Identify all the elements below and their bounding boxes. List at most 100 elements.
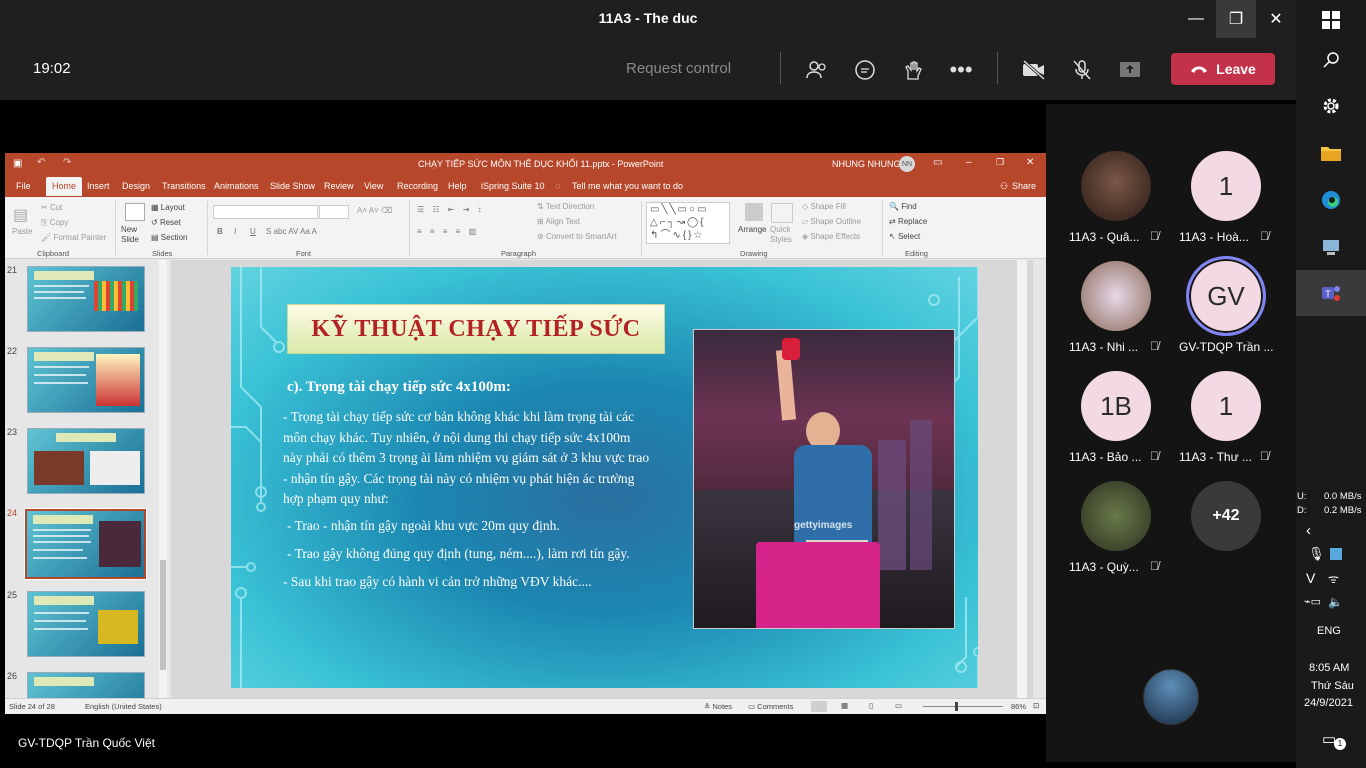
ppt-close-icon[interactable]: ✕ [1026, 157, 1034, 168]
slideshow-icon[interactable]: ▭ [895, 701, 902, 710]
tab-file[interactable]: File [16, 181, 31, 191]
zoom-slider[interactable] [923, 706, 1003, 707]
tab-help[interactable]: Help [448, 181, 467, 191]
fit-slide-icon[interactable]: ⊡ [1033, 701, 1039, 710]
save-icon[interactable]: ▣ [13, 158, 22, 169]
vpn-icon[interactable]: V [1306, 570, 1315, 586]
reading-view-icon[interactable]: ▯ [869, 701, 873, 710]
search-icon[interactable] [1317, 46, 1345, 74]
arrange-button[interactable]: Arrange [738, 225, 766, 234]
participants-icon[interactable] [805, 58, 829, 82]
share-icon[interactable]: ⚇ [1000, 181, 1008, 192]
font-size-box[interactable] [319, 205, 349, 219]
tab-animations[interactable]: Animations [214, 181, 259, 191]
participant-avatar[interactable]: 1B [1081, 371, 1151, 441]
slide-thumbnail[interactable] [27, 672, 145, 698]
comments-button[interactable]: ▭ Comments [748, 702, 793, 711]
font-name-box[interactable] [213, 205, 318, 219]
language-indicator[interactable]: English (United States) [85, 702, 162, 711]
tablet-icon[interactable] [1330, 548, 1342, 560]
tab-ispring[interactable]: iSpring Suite 10 [481, 181, 545, 191]
shapes-gallery[interactable]: ▭╲╲▭○▭ △⌐┐↝◯{↰⌒∿{}☆ [646, 202, 730, 244]
tab-view[interactable]: View [364, 181, 383, 191]
participant-avatar[interactable]: 1 [1191, 371, 1261, 441]
align-text-button[interactable]: ⊞ Align Text [537, 217, 580, 226]
teams-taskbar-active[interactable]: T [1296, 270, 1366, 316]
more-participants-button[interactable]: +42 [1191, 481, 1261, 551]
slide-scrollbar[interactable] [1017, 260, 1027, 698]
share-tray-icon[interactable] [1118, 58, 1142, 82]
tab-home[interactable]: Home [46, 177, 83, 196]
scrollbar-thumb[interactable] [160, 560, 166, 670]
underline-button[interactable]: U [250, 227, 256, 236]
notes-button[interactable]: ≙ Notes [704, 702, 732, 711]
ribbon-display-icon[interactable]: ▭ [933, 157, 942, 168]
align-icons[interactable]: ≡ ≡ ≡ ≡ ▥ [417, 227, 479, 236]
shape-outline-button[interactable]: ▱ Shape Outline [802, 217, 861, 226]
new-slide-button[interactable]: New Slide [121, 225, 151, 245]
share-button[interactable]: Share [1012, 181, 1036, 191]
zoom-level[interactable]: 86% [1011, 702, 1026, 711]
participant-avatar[interactable] [1081, 261, 1151, 331]
clock-date[interactable]: 24/9/2021 [1304, 697, 1353, 709]
microphone-muted-icon[interactable] [1070, 58, 1094, 82]
power-icon[interactable]: ⌁▭ [1304, 595, 1321, 608]
volume-icon[interactable]: 🔈 [1328, 595, 1343, 609]
copy-button[interactable]: ⎘ Copy [41, 218, 68, 228]
microphone-icon[interactable]: 🎙 [1308, 546, 1325, 562]
redo-icon[interactable]: ↷ [63, 157, 71, 168]
find-button[interactable]: 🔍 Find [889, 202, 917, 211]
text-direction-button[interactable]: ⇅ Text Direction [537, 202, 594, 211]
reactions-icon[interactable] [901, 58, 925, 82]
tab-insert[interactable]: Insert [87, 181, 110, 191]
leave-button[interactable]: Leave [1171, 53, 1275, 85]
paste-button[interactable]: Paste [12, 227, 32, 236]
slide-thumbnail[interactable] [27, 266, 145, 332]
undo-icon[interactable]: ↶ [37, 157, 45, 168]
ppt-user-avatar[interactable]: NN [899, 156, 915, 172]
chat-icon[interactable] [853, 58, 877, 82]
current-slide[interactable]: KỸ THUẬT CHẠY TIẾP SỨC c). Trọng tài chạ… [231, 267, 978, 688]
quick-styles-button[interactable]: Quick Styles [770, 225, 796, 245]
thumbnail-scrollbar[interactable] [159, 260, 167, 698]
clock-time[interactable]: 8:05 AM [1309, 662, 1349, 674]
minimize-button[interactable]: — [1176, 0, 1216, 38]
presenter-avatar[interactable]: GV [1186, 256, 1266, 336]
slide-thumbnail[interactable] [27, 428, 145, 494]
zoom-slider-thumb[interactable] [955, 702, 958, 711]
select-button[interactable]: ↖ Select [889, 232, 920, 241]
bold-button[interactable]: B [217, 227, 223, 236]
slide-thumbnail[interactable] [27, 591, 145, 657]
ppt-maximize-icon[interactable]: ❐ [996, 157, 1004, 168]
paste-icon[interactable]: ▤ [13, 205, 28, 225]
request-control-button[interactable]: Request control [626, 60, 731, 77]
control-panel-icon[interactable] [1317, 233, 1345, 261]
wifi-icon[interactable]: ᯤ [1328, 570, 1339, 587]
tab-recording[interactable]: Recording [397, 181, 438, 191]
list-icons[interactable]: ☰ ☷ ⇤ ⇥ ↕ [417, 205, 485, 214]
shape-effects-button[interactable]: ◈ Shape Effects [802, 232, 860, 241]
camera-off-icon[interactable] [1022, 58, 1046, 82]
participant-avatar[interactable] [1081, 151, 1151, 221]
clock-day[interactable]: Thứ Sáu [1311, 680, 1354, 692]
normal-view-button[interactable] [811, 701, 827, 712]
tab-transitions[interactable]: Transitions [162, 181, 206, 191]
quick-styles-icon[interactable] [771, 203, 793, 223]
slide-thumbnail-selected[interactable] [24, 508, 147, 580]
shape-fill-button[interactable]: ◇ Shape Fill [802, 202, 846, 211]
italic-button[interactable]: I [234, 227, 236, 236]
slide-sorter-icon[interactable]: ▦ [841, 701, 848, 710]
arrange-icon[interactable] [745, 203, 763, 221]
reset-button[interactable]: ↺ Reset [151, 218, 181, 227]
edge-browser-icon[interactable] [1317, 186, 1345, 214]
section-button[interactable]: ▤ Section [151, 233, 187, 242]
font-format-icons[interactable]: S abc AV Aa A [266, 227, 317, 236]
new-slide-icon[interactable] [125, 203, 145, 221]
slide-thumbnail[interactable] [27, 347, 145, 413]
more-options-icon[interactable]: ••• [949, 57, 973, 82]
input-language[interactable]: ENG [1317, 625, 1341, 637]
self-view-avatar[interactable] [1143, 669, 1199, 725]
participant-avatar[interactable]: 1 [1191, 151, 1261, 221]
font-size-icons[interactable]: A˄ A˅ ⌫ [357, 206, 392, 215]
close-button[interactable]: ✕ [1256, 0, 1296, 38]
